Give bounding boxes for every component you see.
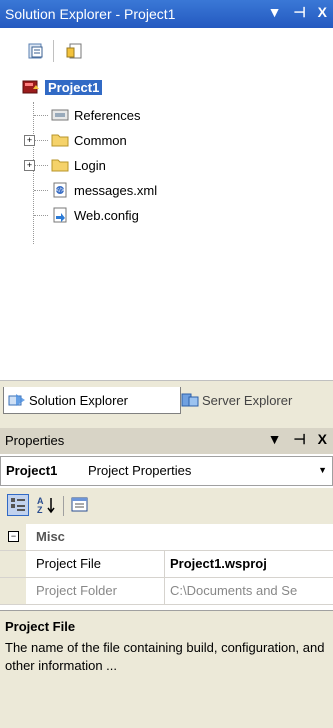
auto-hide-pin-icon[interactable]: ⊣ <box>293 4 305 21</box>
description-text: The name of the file containing build, c… <box>5 640 325 673</box>
grid-gutter <box>0 578 26 604</box>
expand-plus-icon[interactable]: + <box>24 160 35 171</box>
property-grid: − Misc Project File Project1.wsproj Proj… <box>0 524 333 610</box>
property-name: Project File <box>36 556 102 571</box>
column-separator <box>164 578 165 604</box>
description-pane: Project File The name of the file contai… <box>0 610 333 728</box>
properties-title: Properties <box>5 433 65 448</box>
category-row-misc[interactable]: − Misc <box>0 524 333 551</box>
category-label: Misc <box>36 529 65 544</box>
auto-hide-pin-icon[interactable]: ⊣ <box>293 431 305 448</box>
tab-solution-explorer[interactable]: Solution Explorer <box>3 387 181 414</box>
project-icon <box>22 80 39 94</box>
close-icon[interactable]: X <box>318 4 327 21</box>
properties-icon[interactable] <box>66 42 84 60</box>
tab-server-explorer[interactable]: Server Explorer <box>177 387 333 413</box>
svg-text:Z: Z <box>37 505 43 515</box>
tree-item-label: messages.xml <box>74 182 158 198</box>
categorized-button[interactable] <box>7 494 29 516</box>
window-position-dropdown-icon[interactable]: ▼ <box>268 431 282 448</box>
config-file-icon <box>53 207 67 223</box>
tab-label: Solution Explorer <box>29 392 128 408</box>
tree-item-messages-xml[interactable]: </> messages.xml <box>51 180 157 200</box>
explorer-tabs: Solution Explorer Server Explorer <box>0 380 333 423</box>
svg-text:</>: </> <box>56 188 65 194</box>
property-row-project-folder[interactable]: Project Folder C:\Documents and Se <box>0 578 333 605</box>
tree-item-label: References <box>74 107 141 123</box>
folder-icon <box>51 159 69 172</box>
tree-item-login[interactable]: Login <box>51 155 106 175</box>
tree-line <box>33 102 34 244</box>
tree-line <box>34 115 48 116</box>
window-position-dropdown-icon[interactable]: ▼ <box>268 4 282 21</box>
solution-explorer-icon <box>8 394 25 406</box>
collapse-minus-icon[interactable]: − <box>8 531 19 542</box>
column-separator <box>164 551 165 577</box>
object-selector-dropdown[interactable]: Project1 Project Properties ▼ <box>0 456 333 486</box>
properties-titlebar[interactable]: Properties ▼ ⊣ X <box>0 428 333 454</box>
tree-line <box>34 215 48 216</box>
properties-toolbar: A Z <box>0 488 333 524</box>
chevron-down-icon: ▼ <box>318 465 327 475</box>
tree-line <box>34 140 48 141</box>
toolbar-separator <box>53 40 54 62</box>
expand-plus-icon[interactable]: + <box>24 135 35 146</box>
tree-item-label: Common <box>74 132 127 148</box>
xml-file-icon: </> <box>53 182 67 198</box>
alphabetical-sort-icon[interactable]: A Z <box>36 495 58 515</box>
view-code-icon[interactable] <box>27 42 45 60</box>
solution-explorer-titlebar[interactable]: Solution Explorer - Project1 ▼ ⊣ X <box>0 0 333 28</box>
property-row-project-file[interactable]: Project File Project1.wsproj <box>0 551 333 578</box>
toolbar-separator <box>63 496 64 516</box>
object-type: Project Properties <box>88 463 192 478</box>
tree-item-project1[interactable]: Project1 <box>22 77 103 97</box>
categorized-icon <box>11 498 25 511</box>
tree-item-label: Web.config <box>74 207 139 223</box>
property-pages-icon[interactable] <box>70 496 90 514</box>
server-explorer-icon <box>181 393 199 407</box>
tree-item-references[interactable]: References <box>51 105 140 125</box>
folder-icon <box>51 134 69 147</box>
grid-gutter <box>0 551 26 577</box>
close-icon[interactable]: X <box>318 431 327 448</box>
tree-line <box>34 165 48 166</box>
property-value[interactable]: C:\Documents and Se <box>170 583 330 598</box>
tree-line <box>34 190 48 191</box>
tree-item-label: Project1 <box>45 79 103 95</box>
object-name: Project1 <box>6 463 58 478</box>
tree-item-web-config[interactable]: Web.config <box>51 205 139 225</box>
property-value[interactable]: Project1.wsproj <box>170 556 267 571</box>
tree-item-label: Login <box>74 157 106 173</box>
tab-label: Server Explorer <box>202 392 293 408</box>
description-title: Project File <box>5 619 76 634</box>
property-name: Project Folder <box>36 583 117 598</box>
references-icon <box>51 109 69 121</box>
solution-tree: Project1 References + Common + Login </>… <box>0 74 333 380</box>
solution-explorer-toolbar <box>0 28 333 74</box>
solution-explorer-title: Solution Explorer - Project1 <box>5 6 176 22</box>
tree-item-common[interactable]: Common <box>51 130 127 150</box>
